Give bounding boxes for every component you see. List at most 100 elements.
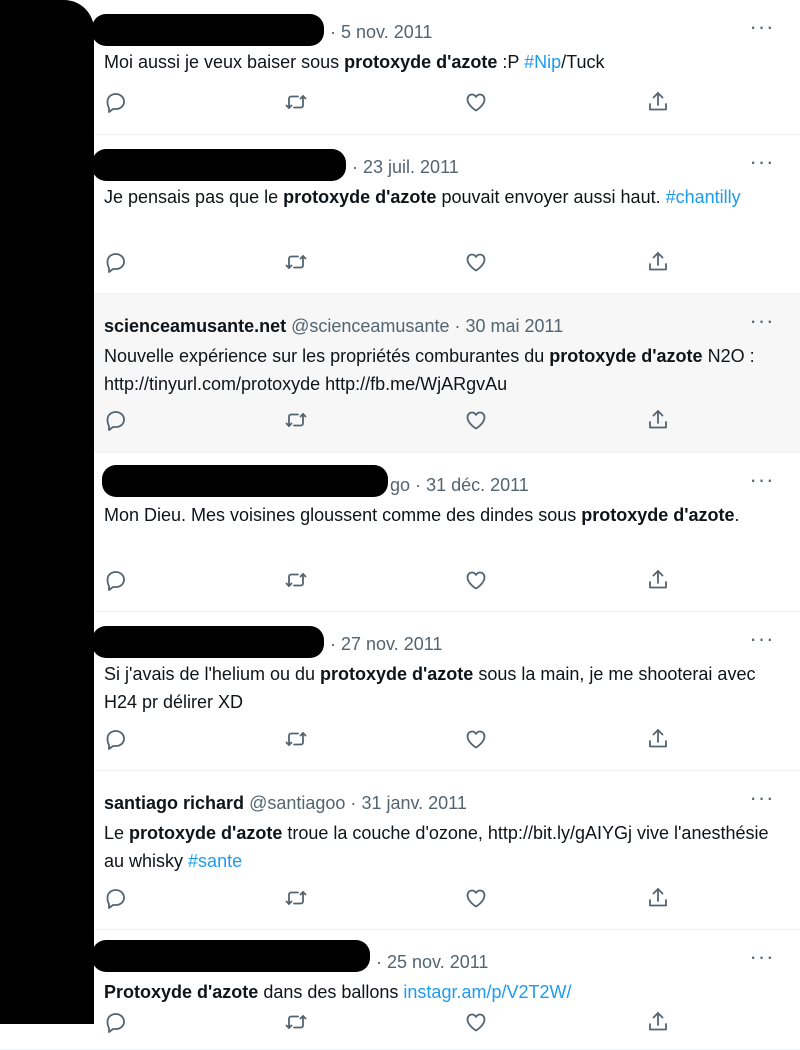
retweet-icon[interactable] bbox=[284, 727, 310, 753]
reply-icon[interactable] bbox=[104, 90, 130, 116]
like-icon[interactable] bbox=[464, 90, 490, 116]
tweet-header: scienceamusante.net @scienceamusante · 3… bbox=[104, 314, 740, 338]
tweet[interactable]: scienceamusante.net @scienceamusante · 3… bbox=[0, 294, 800, 453]
tweet-date[interactable]: 31 déc. 2011 bbox=[426, 475, 529, 495]
author-name[interactable]: scienceamusante.net bbox=[104, 316, 286, 336]
redaction-mark bbox=[92, 626, 324, 658]
search-term: protoxyde d'azote bbox=[283, 187, 437, 207]
separator: · bbox=[415, 475, 422, 495]
search-term: protoxyde d'azote bbox=[581, 505, 735, 525]
tweet-text: Protoxyde d'azote dans des ballons insta… bbox=[104, 978, 770, 1006]
share-icon[interactable] bbox=[646, 727, 672, 753]
tweet-actions bbox=[104, 886, 684, 912]
search-term: protoxyde d'azote bbox=[320, 664, 474, 684]
share-icon[interactable] bbox=[646, 568, 672, 594]
tweet[interactable]: · 25 nov. 2011 ··· Protoxyde d'azote dans … bbox=[0, 930, 800, 1050]
author-handle[interactable]: @santiagoo bbox=[249, 793, 345, 813]
text-segment: Nouvelle expérience sur les propriétés c… bbox=[104, 346, 550, 366]
tweet[interactable]: · 27 nov. 2011 ··· Si j'avais de l'helium … bbox=[0, 612, 800, 771]
like-icon[interactable] bbox=[464, 1010, 490, 1036]
more-icon[interactable]: ··· bbox=[748, 628, 776, 654]
tweet[interactable]: santiago richard @santiagoo · 31 janv. 2… bbox=[0, 771, 800, 930]
text-segment: Mon Dieu. Mes voisines gloussent comme d… bbox=[104, 505, 582, 525]
tweet-header: santiago richard @santiagoo · 31 janv. 2… bbox=[104, 791, 740, 815]
author-name[interactable]: santiago richard bbox=[104, 793, 244, 813]
tweet[interactable]: go · 31 déc. 2011 ··· Mon Dieu. Mes voisin… bbox=[0, 453, 800, 612]
tweet-date[interactable]: 27 nov. 2011 bbox=[341, 634, 442, 654]
search-term: protoxyde d'azote bbox=[129, 823, 283, 843]
like-icon[interactable] bbox=[464, 250, 490, 276]
tweet-header: go · 31 déc. 2011 bbox=[390, 473, 740, 497]
text-segment: pouvait envoyer aussi haut. bbox=[436, 187, 666, 207]
reply-icon[interactable] bbox=[104, 408, 130, 434]
search-term: protoxyde d'azote bbox=[344, 52, 498, 72]
tweet-actions bbox=[104, 1010, 684, 1036]
retweet-icon[interactable] bbox=[284, 90, 310, 116]
more-icon[interactable]: ··· bbox=[748, 310, 776, 336]
like-icon[interactable] bbox=[464, 727, 490, 753]
redaction-mark bbox=[92, 14, 324, 46]
text-segment: Moi aussi je veux baiser sous bbox=[104, 52, 345, 72]
like-icon[interactable] bbox=[464, 568, 490, 594]
retweet-icon[interactable] bbox=[284, 886, 310, 912]
reply-icon[interactable] bbox=[104, 1010, 130, 1036]
text-segment: . bbox=[734, 505, 740, 525]
tweet-date[interactable]: 30 mai 2011 bbox=[466, 316, 564, 336]
tweet-text: Mon Dieu. Mes voisines gloussent comme d… bbox=[104, 501, 770, 529]
more-icon[interactable]: ··· bbox=[748, 946, 776, 972]
separator: · bbox=[454, 316, 461, 336]
separator: · bbox=[330, 22, 336, 42]
share-icon[interactable] bbox=[646, 1010, 672, 1036]
text-segment: Le bbox=[104, 823, 130, 843]
share-icon[interactable] bbox=[646, 886, 672, 912]
more-icon[interactable]: ··· bbox=[748, 787, 776, 813]
reply-icon[interactable] bbox=[104, 727, 130, 753]
tweet-date[interactable]: 23 juil. 2011 bbox=[363, 157, 459, 177]
tweet-date[interactable]: 25 nov. 2011 bbox=[387, 952, 488, 972]
tweet-actions bbox=[104, 408, 684, 434]
retweet-icon[interactable] bbox=[284, 1010, 310, 1036]
share-icon[interactable] bbox=[646, 408, 672, 434]
separator: · bbox=[352, 157, 358, 177]
tweet[interactable]: · 23 juil. 2011 ··· Je pensais pas que le … bbox=[0, 135, 800, 294]
tweet-link[interactable]: #chantilly bbox=[666, 187, 741, 207]
tweet-date[interactable]: 5 nov. 2011 bbox=[341, 22, 432, 42]
tweet-link[interactable]: #Nip bbox=[524, 52, 561, 72]
separator: · bbox=[376, 952, 382, 972]
text-segment: :P bbox=[497, 52, 525, 72]
tweet-actions bbox=[104, 250, 684, 276]
like-icon[interactable] bbox=[464, 886, 490, 912]
tweet-actions bbox=[104, 568, 684, 594]
tweet-header: · 25 nov. 2011 bbox=[376, 950, 740, 974]
reply-icon[interactable] bbox=[104, 250, 130, 276]
author-handle[interactable]: @scienceamusante bbox=[291, 316, 449, 336]
share-icon[interactable] bbox=[646, 90, 672, 116]
tweet-actions bbox=[104, 727, 684, 753]
retweet-icon[interactable] bbox=[284, 250, 310, 276]
text-segment: dans des ballons bbox=[258, 982, 404, 1002]
tweet-date[interactable]: 31 janv. 2011 bbox=[361, 793, 466, 813]
redaction-mark bbox=[92, 940, 370, 972]
tweet-header: · 5 nov. 2011 bbox=[330, 20, 740, 44]
text-segment: Je pensais pas que le bbox=[104, 187, 284, 207]
share-icon[interactable] bbox=[646, 250, 672, 276]
tweet-text: Si j'avais de l'helium ou du protoxyde d… bbox=[104, 660, 770, 716]
separator: · bbox=[330, 634, 336, 654]
retweet-icon[interactable] bbox=[284, 408, 310, 434]
tweet-link[interactable]: instagr.am/p/V2T2W/ bbox=[403, 982, 571, 1002]
text-segment: Si j'avais de l'helium ou du bbox=[104, 664, 320, 684]
text-segment: /Tuck bbox=[561, 52, 605, 72]
author-handle[interactable]: go bbox=[390, 475, 410, 495]
tweet[interactable]: · 5 nov. 2011 ··· Moi aussi je veux baiser… bbox=[0, 0, 800, 135]
search-term: protoxyde d'azote bbox=[549, 346, 703, 366]
more-icon[interactable]: ··· bbox=[748, 16, 776, 42]
reply-icon[interactable] bbox=[104, 886, 130, 912]
more-icon[interactable]: ··· bbox=[748, 469, 776, 495]
reply-icon[interactable] bbox=[104, 568, 130, 594]
more-icon[interactable]: ··· bbox=[748, 151, 776, 177]
tweet-link[interactable]: #sante bbox=[188, 851, 242, 871]
search-term: Protoxyde d'azote bbox=[104, 982, 259, 1002]
retweet-icon[interactable] bbox=[284, 568, 310, 594]
like-icon[interactable] bbox=[464, 408, 490, 434]
tweet-header: · 23 juil. 2011 bbox=[352, 155, 740, 179]
